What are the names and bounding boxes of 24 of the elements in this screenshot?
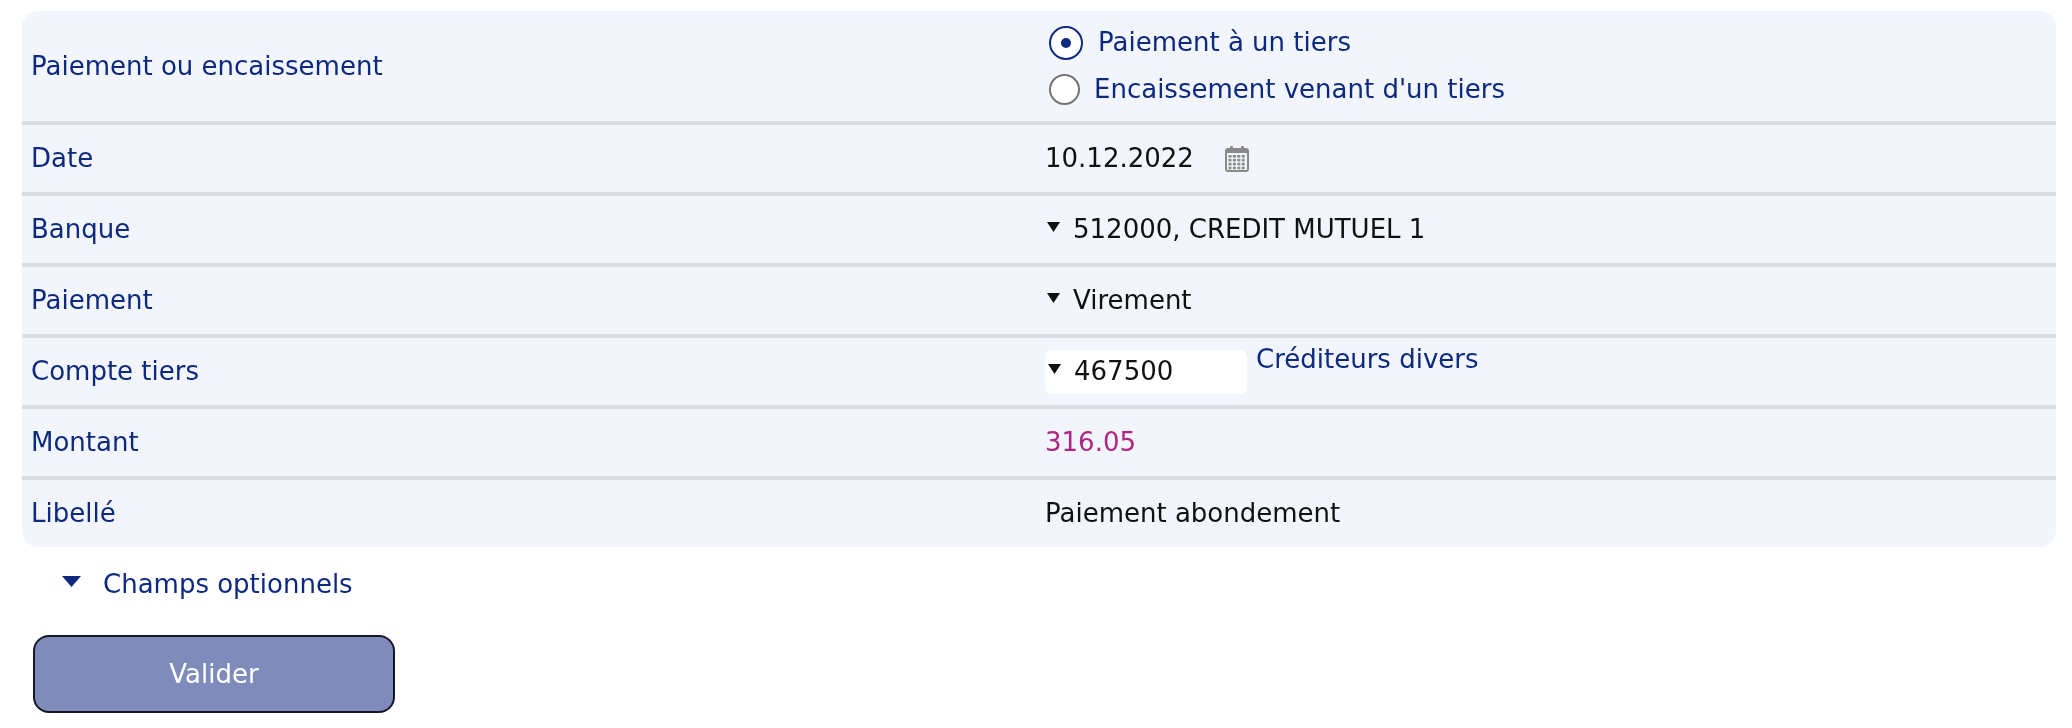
field-label: Banque bbox=[31, 214, 131, 245]
radio-button[interactable] bbox=[1049, 74, 1080, 105]
caret-icon bbox=[62, 575, 81, 587]
field-label: Libellé bbox=[31, 498, 116, 529]
field-label: Compte tiers bbox=[31, 356, 199, 387]
caret-icon bbox=[1047, 293, 1060, 303]
option-label[interactable]: Encaissement venant d'un tiers bbox=[1094, 74, 1505, 105]
account-description: Créditeurs divers bbox=[1256, 344, 1479, 375]
select-field[interactable]: 512000, CREDIT MUTUEL 1 bbox=[1045, 214, 1426, 245]
field-label: Date bbox=[31, 143, 94, 174]
caret-icon bbox=[1048, 364, 1061, 374]
option-label[interactable]: Paiement à un tiers bbox=[1098, 27, 1351, 58]
date-field[interactable]: 10.12.2022 bbox=[1045, 143, 1194, 174]
amount-text: 316.05 bbox=[1045, 427, 1136, 458]
field-label: Paiement bbox=[31, 285, 153, 316]
radio-button[interactable] bbox=[1049, 25, 1083, 60]
select-field[interactable]: Virement bbox=[1045, 285, 1192, 316]
calendar-icon[interactable] bbox=[1224, 145, 1249, 172]
field-label: Paiement ou encaissement bbox=[31, 50, 383, 82]
field-label: Montant bbox=[31, 427, 139, 458]
description-text: Paiement abondement bbox=[1045, 498, 1341, 529]
optional-fields-toggle[interactable]: Champs optionnels bbox=[62, 567, 353, 601]
caret-icon bbox=[1047, 222, 1060, 232]
account-select[interactable]: 467500 bbox=[1045, 349, 1247, 394]
